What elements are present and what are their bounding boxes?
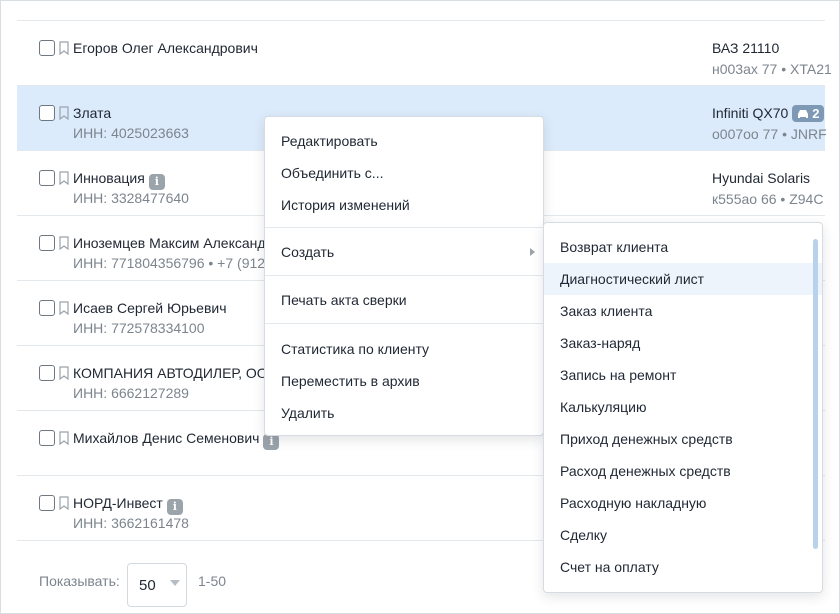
car-plate: н003ах 77 • XTA21 bbox=[712, 61, 832, 77]
client-list-panel: Егоров Олег Александрович ВАЗ 21110 н003… bbox=[0, 0, 840, 614]
menu-item-history[interactable]: История изменений bbox=[265, 189, 543, 221]
info-icon[interactable]: i bbox=[166, 499, 183, 515]
client-name[interactable]: КОМПАНИЯ АВТОДИЛЕР, ООО bbox=[73, 365, 279, 381]
client-inn: ИНН: 3328477640 bbox=[73, 190, 189, 206]
client-name-text: Инновация bbox=[73, 170, 145, 186]
client-name[interactable]: Инновация i bbox=[73, 170, 165, 190]
info-icon[interactable]: i bbox=[148, 174, 165, 190]
submenu-scrollbar[interactable] bbox=[813, 239, 818, 549]
menu-divider bbox=[265, 227, 543, 228]
submenu-item[interactable]: Калькуляцию bbox=[544, 391, 822, 423]
page-size-value: 50 bbox=[139, 577, 156, 594]
client-inn: ИНН: 4025023663 bbox=[73, 125, 189, 141]
submenu-item[interactable]: Приход денежных средств bbox=[544, 423, 822, 455]
bookmark-icon[interactable] bbox=[59, 236, 69, 250]
car-count-badge: 2 bbox=[792, 105, 824, 122]
submenu-item[interactable]: Заказ клиента bbox=[544, 295, 822, 327]
client-name[interactable]: Иноземцев Максим Александ bbox=[73, 235, 266, 251]
row-checkbox[interactable] bbox=[39, 105, 55, 121]
client-name[interactable]: Злата bbox=[73, 105, 111, 121]
chevron-down-icon bbox=[170, 580, 180, 586]
car-model: Hyundai Solaris bbox=[712, 170, 811, 186]
table-row[interactable]: Егоров Олег Александрович ВАЗ 21110 н003… bbox=[17, 21, 832, 86]
bookmark-icon[interactable] bbox=[59, 431, 69, 445]
car-model: Infiniti QX70 2 bbox=[712, 105, 824, 122]
menu-divider bbox=[265, 323, 543, 324]
car-icon bbox=[798, 110, 809, 118]
bookmark-icon[interactable] bbox=[59, 106, 69, 120]
context-menu: Редактировать Объединить с... История из… bbox=[264, 116, 544, 436]
menu-item-client-stats[interactable]: Статистика по клиенту bbox=[265, 333, 543, 365]
client-name[interactable]: Михайлов Денис Семенович i bbox=[73, 430, 280, 450]
menu-item-create[interactable]: Создать bbox=[265, 236, 543, 268]
row-checkbox[interactable] bbox=[39, 300, 55, 316]
row-checkbox[interactable] bbox=[39, 40, 55, 56]
menu-item-merge[interactable]: Объединить с... bbox=[265, 157, 543, 189]
car-count: 2 bbox=[812, 106, 820, 121]
menu-item-archive[interactable]: Переместить в архив bbox=[265, 365, 543, 397]
bookmark-icon[interactable] bbox=[59, 301, 69, 315]
menu-item-edit[interactable]: Редактировать bbox=[265, 125, 543, 157]
client-inn: ИНН: 772578334100 bbox=[73, 320, 205, 336]
submenu-item[interactable]: Заказ-наряд bbox=[544, 327, 822, 359]
car-model-text: Infiniti QX70 bbox=[712, 105, 789, 121]
menu-divider bbox=[265, 275, 543, 276]
create-submenu: Возврат клиента Диагностический лист Зак… bbox=[543, 222, 823, 593]
row-checkbox[interactable] bbox=[39, 170, 55, 186]
page-range: 1-50 bbox=[198, 573, 227, 589]
menu-item-delete[interactable]: Удалить bbox=[265, 397, 543, 429]
submenu-item[interactable]: Возврат клиента bbox=[544, 231, 822, 263]
client-inn: ИНН: 6662127289 bbox=[73, 385, 189, 401]
submenu-item[interactable]: Счет на оплату bbox=[544, 551, 822, 583]
car-plate: о007оо 77 • JNRF bbox=[712, 126, 827, 142]
bookmark-icon[interactable] bbox=[59, 41, 69, 55]
client-name[interactable]: Егоров Олег Александрович bbox=[73, 40, 258, 56]
chevron-right-icon bbox=[530, 248, 535, 256]
client-name-text: Михайлов Денис Семенович bbox=[73, 430, 260, 446]
row-checkbox[interactable] bbox=[39, 430, 55, 446]
bookmark-icon[interactable] bbox=[59, 366, 69, 380]
client-name[interactable]: НОРД-Инвест i bbox=[73, 495, 183, 515]
submenu-item[interactable]: Запись на ремонт bbox=[544, 359, 822, 391]
bookmark-icon[interactable] bbox=[59, 171, 69, 185]
menu-item-create-label: Создать bbox=[281, 244, 335, 260]
car-model: ВАЗ 21110 bbox=[712, 40, 780, 56]
row-checkbox[interactable] bbox=[39, 365, 55, 381]
menu-item-print-reconciliation[interactable]: Печать акта сверки bbox=[265, 284, 543, 316]
row-checkbox[interactable] bbox=[39, 235, 55, 251]
submenu-item[interactable]: Расход денежных средств bbox=[544, 455, 822, 487]
page-size-label: Показывать: bbox=[39, 573, 120, 589]
info-icon[interactable]: i bbox=[263, 434, 280, 450]
row-checkbox[interactable] bbox=[39, 495, 55, 511]
submenu-item[interactable]: Расходную накладную bbox=[544, 487, 822, 519]
client-name-text: НОРД-Инвест bbox=[73, 495, 163, 511]
client-inn-phone: ИНН: 771804356796 • +7 (912) bbox=[73, 255, 270, 271]
page-size-select[interactable]: 50 bbox=[127, 563, 187, 607]
client-name[interactable]: Исаев Сергей Юрьевич bbox=[73, 300, 227, 316]
bookmark-icon[interactable] bbox=[59, 496, 69, 510]
car-plate: к555ао 66 • Z94C bbox=[712, 191, 824, 207]
client-inn: ИНН: 3662161478 bbox=[73, 515, 189, 531]
submenu-item-highlighted[interactable]: Диагностический лист bbox=[544, 263, 822, 295]
submenu-item[interactable]: Сделку bbox=[544, 519, 822, 551]
